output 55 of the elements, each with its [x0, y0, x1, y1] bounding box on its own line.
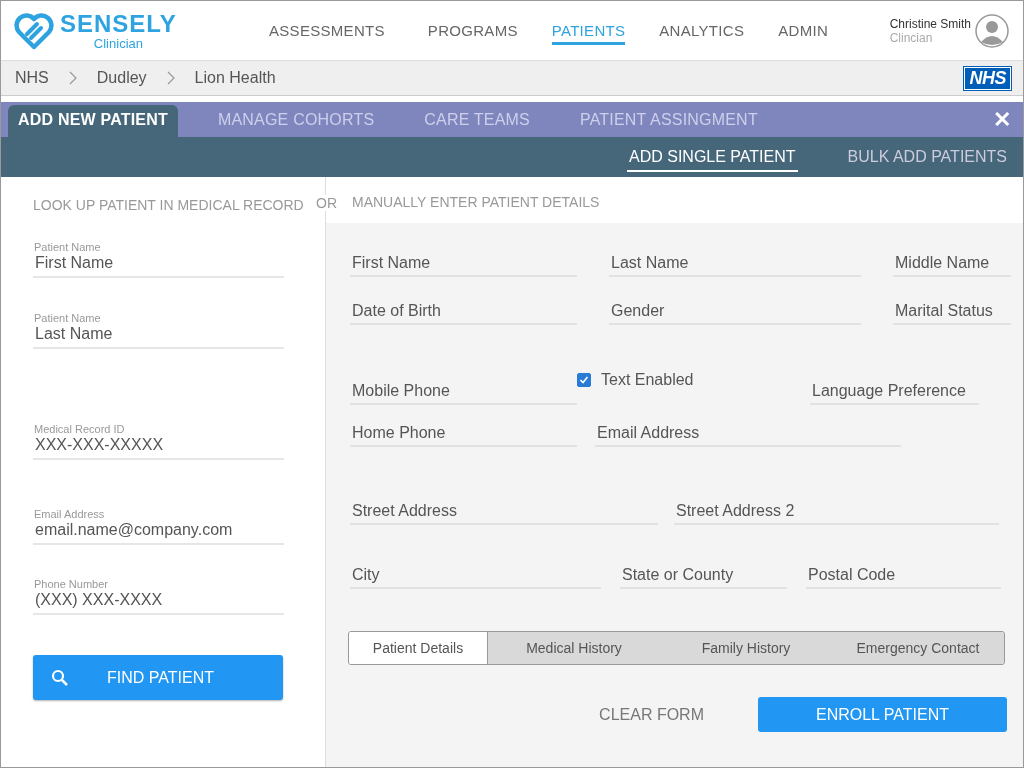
text-field[interactable]: (XXX) XXX-XXXX: [33, 590, 284, 615]
field-label: Phone Number: [34, 578, 109, 590]
text-field[interactable]: First Name: [350, 253, 577, 277]
chevron-icon: [166, 71, 175, 85]
text-field[interactable]: Date of Birth: [350, 301, 577, 325]
nav-tab[interactable]: ANALYTICS: [659, 16, 745, 45]
heart-logo-icon: [14, 11, 54, 50]
checkbox-label: Text Enabled: [601, 371, 694, 389]
field-label: Email Address: [34, 508, 106, 520]
text-field[interactable]: City: [350, 565, 601, 589]
sub-tab[interactable]: ADD SINGLE PATIENT: [627, 142, 798, 172]
text-field[interactable]: Street Address: [350, 501, 658, 525]
text-field[interactable]: Language Preference: [810, 381, 979, 405]
enroll-patient-button[interactable]: ENROLL PATIENT: [758, 697, 1007, 732]
text-field[interactable]: Street Address 2: [674, 501, 999, 525]
text-field[interactable]: email.name@company.com: [33, 520, 284, 545]
text-field[interactable]: Gender: [609, 301, 861, 325]
user-name: Christine Smith: [889, 16, 971, 31]
search-icon: [51, 668, 69, 687]
section-heading: MANUALLY ENTER PATIENT DETAILS: [352, 194, 600, 210]
user-role: Clincian: [889, 30, 934, 45]
breadcrumb-item[interactable]: Dudley: [96, 69, 147, 87]
separator-text: OR: [316, 195, 337, 211]
find-patient-button[interactable]: FIND PATIENT: [33, 655, 283, 700]
text-field[interactable]: Email Address: [595, 423, 901, 447]
field-label: Medical Record ID: [34, 423, 126, 435]
nav-tab[interactable]: PROGRAMS: [427, 16, 518, 45]
breadcrumb-item[interactable]: Lion Health: [194, 69, 276, 87]
chevron-icon: [68, 71, 77, 85]
segment-tab[interactable]: Patient Details: [349, 632, 488, 664]
text-field[interactable]: Home Phone: [350, 423, 577, 447]
close-button[interactable]: ✕: [993, 106, 1011, 133]
tab[interactable]: ADD NEW PATIENT: [8, 105, 178, 137]
text-field[interactable]: Mobile Phone: [350, 381, 577, 405]
text-field[interactable]: Last Name: [33, 324, 284, 349]
text-field[interactable]: State or County: [620, 565, 787, 589]
text-field[interactable]: Postal Code: [806, 565, 1001, 589]
text-field[interactable]: First Name: [33, 253, 284, 278]
sub-tab[interactable]: BULK ADD PATIENTS: [845, 142, 1009, 172]
breadcrumb-item[interactable]: NHS: [15, 69, 49, 87]
clear-form-button[interactable]: CLEAR FORM: [593, 704, 710, 725]
text-field[interactable]: Marital Status: [893, 301, 1011, 325]
field-label: Patient Name: [34, 241, 102, 253]
nav-tab[interactable]: ADMIN: [778, 16, 829, 45]
avatar-icon[interactable]: [975, 13, 1009, 48]
brand-name: SENSELY: [60, 11, 177, 36]
field-label: Patient Name: [34, 312, 102, 324]
text-field[interactable]: Last Name: [609, 253, 861, 277]
nhs-logo: NHS: [964, 66, 1011, 90]
nav-tab[interactable]: PATIENTS: [551, 16, 626, 45]
nav-tab[interactable]: ASSESSMENTS: [269, 16, 385, 45]
brand-subtitle: Clinician: [93, 36, 143, 50]
text-field[interactable]: XXX-XXX-XXXXX: [33, 435, 284, 460]
text-field[interactable]: Middle Name: [893, 253, 1011, 277]
checkbox[interactable]: [577, 373, 591, 387]
